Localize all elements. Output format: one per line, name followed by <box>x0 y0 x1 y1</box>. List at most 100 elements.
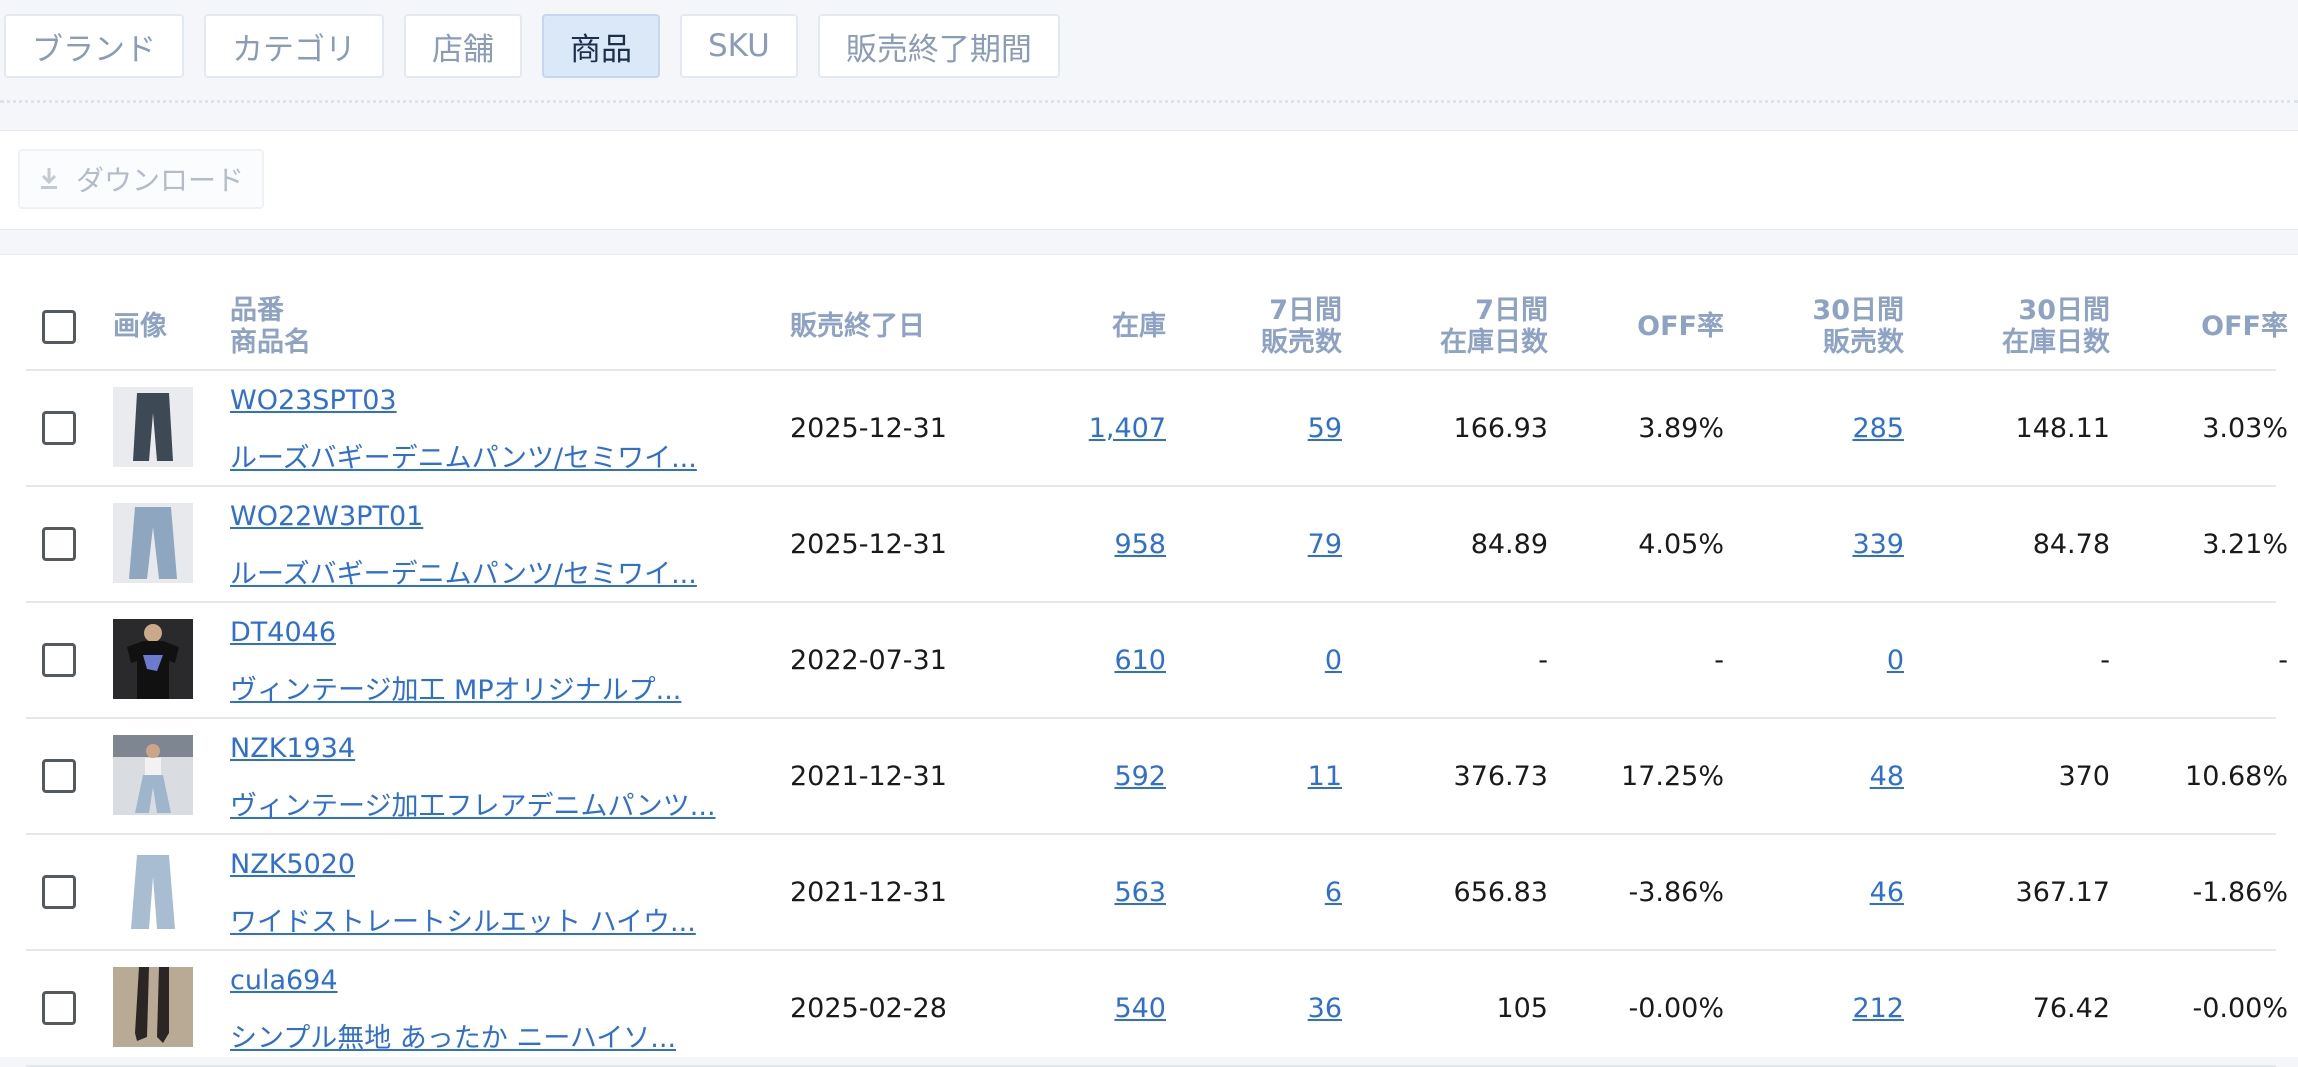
product-name-link[interactable]: シンプル無地 あったか ニーハイソ... <box>230 1016 676 1055</box>
tab-brand[interactable]: ブランド <box>4 14 184 78</box>
product-code-link[interactable]: NZK1934 <box>230 733 716 764</box>
sales-30d-cell: 339 <box>1724 487 1904 601</box>
product-code-name: WO23SPT03 ルーズバギーデニムパンツ/セミワイ... <box>230 385 697 475</box>
product-code-link[interactable]: NZK5020 <box>230 849 696 880</box>
stock-days-30d-cell: 76.42 <box>2032 992 2110 1024</box>
product-code-name: DT4046 ヴィンテージ加工 MPオリジナルプ... <box>230 617 681 707</box>
tab-sku[interactable]: SKU <box>680 14 798 78</box>
header-sales-30d[interactable]: 30日間 販売数 <box>1724 285 1904 369</box>
sales-7d-cell: 11 <box>1166 719 1342 833</box>
sales-30d-link[interactable]: 0 <box>1887 645 1904 676</box>
sales-30d-cell: 212 <box>1724 951 1904 1065</box>
product-table: 画像 品番 商品名 販売終了日 在庫 7日間 販売数 7日間 在庫日数 OFF率 3… <box>0 254 2298 1067</box>
download-button[interactable]: ダウンロード <box>18 149 265 209</box>
stock-cell: 592 <box>966 719 1166 833</box>
product-name-link[interactable]: ワイドストレートシルエット ハイウ... <box>230 900 696 939</box>
select-all-checkbox[interactable] <box>42 310 76 344</box>
tab-bar: ブランド カテゴリ 店舗 商品 SKU 販売終了期間 <box>4 14 1060 78</box>
off-rate-30d-cell: 3.21% <box>2202 528 2288 560</box>
product-code-link[interactable]: WO22W3PT01 <box>230 501 697 532</box>
stock-days-30d-cell: 367.17 <box>2015 876 2110 908</box>
stock-days-30d-cell: 84.78 <box>2032 528 2110 560</box>
sales-7d-link[interactable]: 6 <box>1325 877 1342 908</box>
stock-days-7d-cell: 84.89 <box>1470 528 1548 560</box>
header-name: 商品名 <box>230 327 311 358</box>
sales-30d-link[interactable]: 339 <box>1852 529 1904 560</box>
end-date-cell: 2021-12-31 <box>790 760 947 792</box>
sales-30d-link[interactable]: 212 <box>1852 993 1904 1024</box>
sales-30d-link[interactable]: 285 <box>1852 413 1904 444</box>
row-checkbox[interactable] <box>42 875 76 909</box>
tab-category[interactable]: カテゴリ <box>204 14 384 78</box>
table-row: NZK5020 ワイドストレートシルエット ハイウ... 2021-12-31 … <box>26 835 2288 951</box>
header-off-rate-30d[interactable]: OFF率 <box>2110 285 2288 369</box>
sales-7d-cell: 79 <box>1166 487 1342 601</box>
table-row: cula694 シンプル無地 あったか ニーハイソ... 2025-02-28 … <box>26 951 2288 1067</box>
sales-7d-cell: 6 <box>1166 835 1342 949</box>
sales-30d-cell: 285 <box>1724 371 1904 485</box>
product-code-name: NZK1934 ヴィンテージ加工フレアデニムパンツ... <box>230 733 716 823</box>
row-checkbox[interactable] <box>42 411 76 445</box>
product-name-link[interactable]: ヴィンテージ加工フレアデニムパンツ... <box>230 784 716 823</box>
end-date-cell: 2025-12-31 <box>790 528 947 560</box>
stock-cell: 540 <box>966 951 1166 1065</box>
tab-product[interactable]: 商品 <box>542 14 660 78</box>
dark-denim-pants-thumbnail <box>113 387 193 467</box>
tab-store[interactable]: 店舗 <box>404 14 522 78</box>
row-checkbox[interactable] <box>42 527 76 561</box>
download-icon <box>38 166 60 192</box>
stock-link[interactable]: 610 <box>1114 645 1166 676</box>
product-code-link[interactable]: DT4046 <box>230 617 681 648</box>
header-off-rate-7d[interactable]: OFF率 <box>1548 285 1724 369</box>
sales-30d-link[interactable]: 46 <box>1870 877 1904 908</box>
end-date-cell: 2025-02-28 <box>790 992 947 1024</box>
sales-30d-link[interactable]: 48 <box>1870 761 1904 792</box>
off-rate-7d-cell: 17.25% <box>1621 760 1724 792</box>
stock-link[interactable]: 592 <box>1114 761 1166 792</box>
sales-7d-cell: 59 <box>1166 371 1342 485</box>
tab-sales-end-period[interactable]: 販売終了期間 <box>817 14 1060 78</box>
stock-link[interactable]: 563 <box>1114 877 1166 908</box>
off-rate-30d-cell: 3.03% <box>2202 412 2288 444</box>
sales-7d-cell: 36 <box>1166 951 1342 1065</box>
product-code-link[interactable]: cula694 <box>230 965 676 996</box>
black-tshirt-thumbnail <box>113 619 193 699</box>
off-rate-30d-cell: 10.68% <box>2185 760 2288 792</box>
sales-7d-link[interactable]: 59 <box>1308 413 1342 444</box>
header-stock-days-7d[interactable]: 7日間 在庫日数 <box>1342 285 1548 369</box>
sales-30d-cell: 46 <box>1724 835 1904 949</box>
product-name-link[interactable]: ヴィンテージ加工 MPオリジナルプ... <box>230 668 681 707</box>
header-end-date[interactable]: 販売終了日 <box>790 285 925 369</box>
table-row: DT4046 ヴィンテージ加工 MPオリジナルプ... 2022-07-31 6… <box>26 603 2288 719</box>
wide-denim-pants-thumbnail <box>113 851 193 931</box>
row-checkbox[interactable] <box>42 643 76 677</box>
product-name-link[interactable]: ルーズバギーデニムパンツ/セミワイ... <box>230 436 697 475</box>
header-sales-7d[interactable]: 7日間 販売数 <box>1166 285 1342 369</box>
off-rate-30d-cell: - <box>2278 644 2288 676</box>
off-rate-7d-cell: 4.05% <box>1638 528 1724 560</box>
stock-cell: 958 <box>966 487 1166 601</box>
row-checkbox[interactable] <box>42 759 76 793</box>
off-rate-7d-cell: -3.86% <box>1628 876 1724 908</box>
product-name-link[interactable]: ルーズバギーデニムパンツ/セミワイ... <box>230 552 697 591</box>
toolbar: ダウンロード <box>0 130 2298 230</box>
table-row: WO22W3PT01 ルーズバギーデニムパンツ/セミワイ... 2025-12-… <box>26 487 2288 603</box>
stock-link[interactable]: 958 <box>1114 529 1166 560</box>
light-denim-pants-thumbnail <box>113 503 193 583</box>
sales-7d-link[interactable]: 11 <box>1308 761 1342 792</box>
stock-link[interactable]: 1,407 <box>1089 413 1166 444</box>
sales-7d-link[interactable]: 0 <box>1325 645 1342 676</box>
header-stock-days-30d[interactable]: 30日間 在庫日数 <box>1904 285 2110 369</box>
sales-30d-cell: 48 <box>1724 719 1904 833</box>
download-label: ダウンロード <box>76 164 245 197</box>
row-checkbox[interactable] <box>42 991 76 1025</box>
sales-7d-cell: 0 <box>1166 603 1342 717</box>
off-rate-7d-cell: 3.89% <box>1638 412 1724 444</box>
sales-30d-cell: 0 <box>1724 603 1904 717</box>
flare-denim-model-thumbnail <box>113 735 193 815</box>
sales-7d-link[interactable]: 79 <box>1308 529 1342 560</box>
stock-link[interactable]: 540 <box>1114 993 1166 1024</box>
header-stock[interactable]: 在庫 <box>966 285 1166 369</box>
product-code-link[interactable]: WO23SPT03 <box>230 385 697 416</box>
sales-7d-link[interactable]: 36 <box>1308 993 1342 1024</box>
